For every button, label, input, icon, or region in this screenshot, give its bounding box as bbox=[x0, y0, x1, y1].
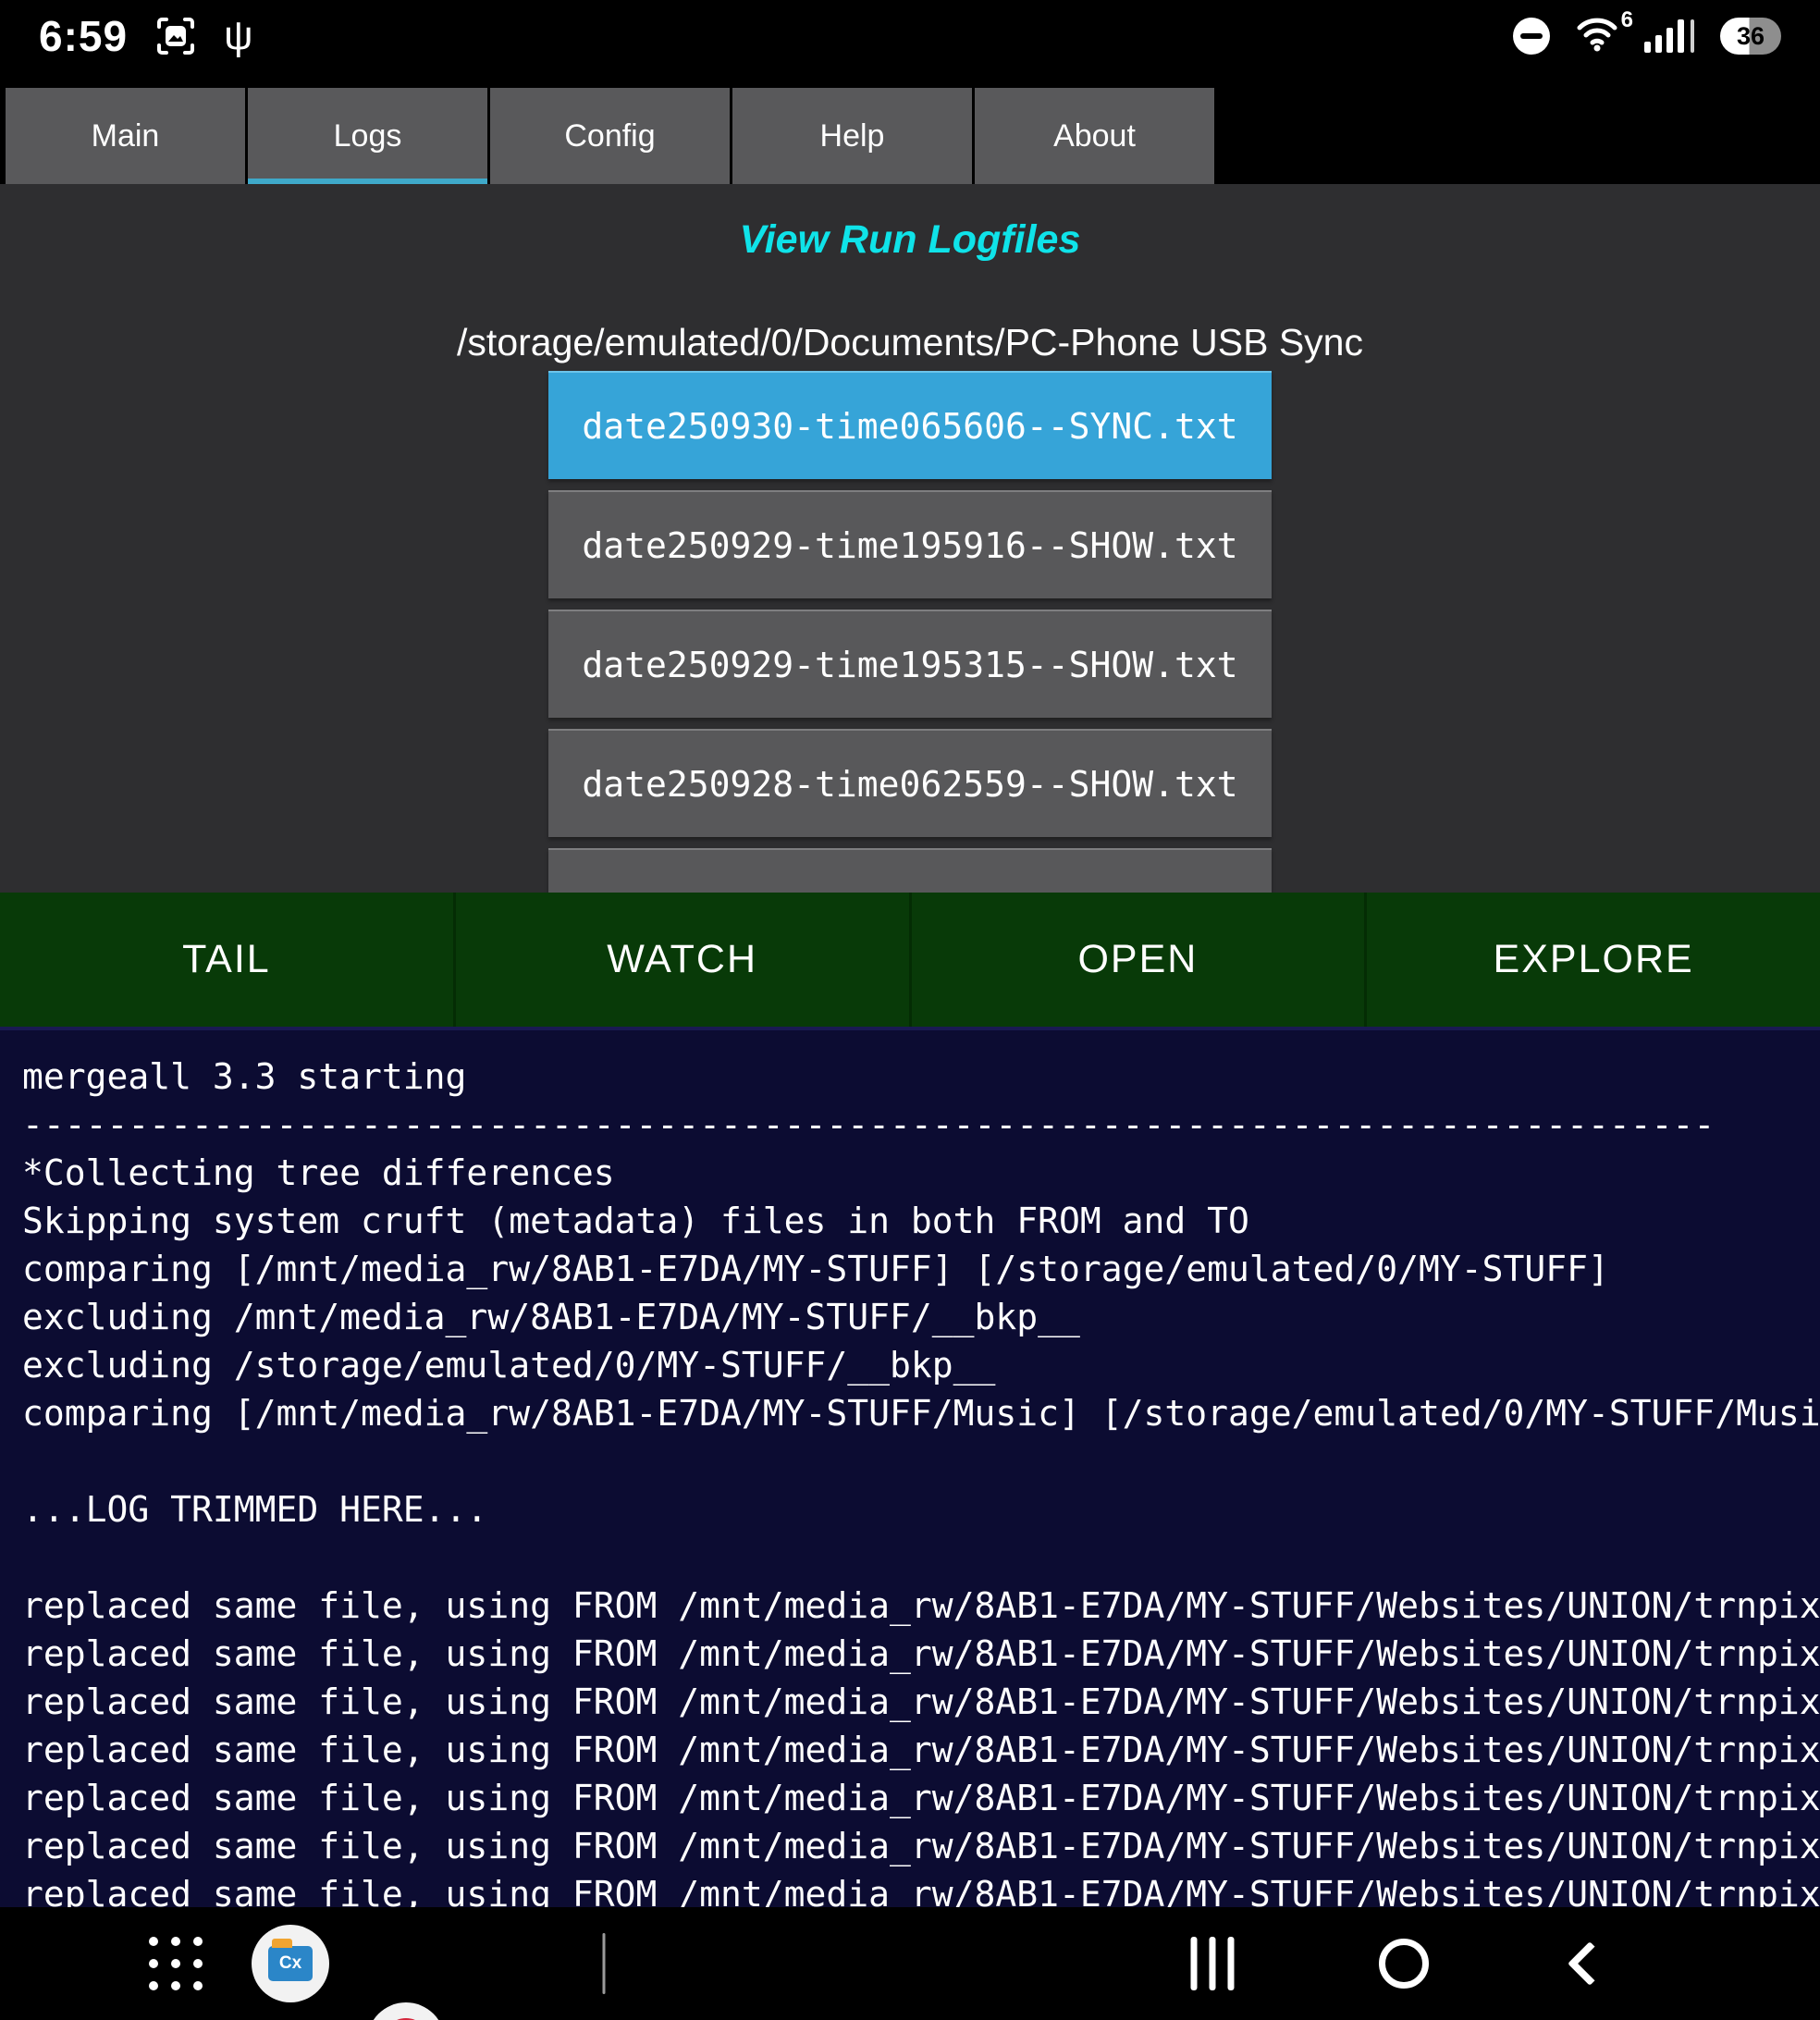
tab-about[interactable]: About bbox=[975, 88, 1214, 184]
logfile-button-selected[interactable]: date250930-time065606--SYNC.txt bbox=[548, 371, 1272, 479]
screenshot-notification-icon bbox=[154, 14, 198, 58]
battery-percent: 36 bbox=[1737, 22, 1765, 51]
taskbar-divider bbox=[603, 1933, 606, 1994]
log-line: replaced same file, using FROM /mnt/medi… bbox=[22, 1822, 1820, 1870]
log-line: replaced same file, using FROM /mnt/medi… bbox=[22, 1870, 1820, 1907]
tab-bar: Main Logs Config Help About bbox=[6, 88, 1214, 184]
usb-connected-icon: ψ bbox=[224, 16, 252, 56]
log-line: replaced same file, using FROM /mnt/medi… bbox=[22, 1774, 1820, 1822]
log-line: comparing [/mnt/media_rw/8AB1-E7DA/MY-ST… bbox=[22, 1389, 1820, 1437]
log-action-bar: TAIL WATCH OPEN EXPLORE bbox=[0, 893, 1820, 1027]
logfile-button[interactable]: date250928-time062559--SHOW.txt bbox=[548, 729, 1272, 837]
log-line: ----------------------------------------… bbox=[22, 1101, 1820, 1149]
log-line bbox=[22, 1533, 1820, 1582]
page-title: View Run Logfiles bbox=[0, 217, 1820, 263]
home-nav-button[interactable] bbox=[1379, 1939, 1429, 1989]
status-bar: 6:59 ψ 6 bbox=[0, 0, 1820, 72]
app-drawer-icon[interactable] bbox=[149, 1937, 203, 1990]
cx-label: Cx bbox=[279, 1953, 301, 1974]
logfile-button[interactable]: date250929-time195916--SHOW.txt bbox=[548, 490, 1272, 598]
wifi-generation-label: 6 bbox=[1621, 7, 1633, 33]
opera-browser-icon[interactable] bbox=[367, 2002, 445, 2020]
wifi-icon: 6 bbox=[1576, 17, 1618, 56]
do-not-disturb-icon bbox=[1513, 18, 1550, 55]
log-line: replaced same file, using FROM /mnt/medi… bbox=[22, 1678, 1820, 1726]
tail-button[interactable]: TAIL bbox=[0, 893, 456, 1027]
tab-logs[interactable]: Logs bbox=[248, 88, 487, 184]
clock: 6:59 bbox=[39, 11, 128, 61]
cx-file-explorer-icon[interactable]: Cx bbox=[252, 1925, 329, 2002]
log-line: excluding /storage/emulated/0/MY-STUFF/_… bbox=[22, 1341, 1820, 1389]
log-line: mergeall 3.3 starting bbox=[22, 1053, 1820, 1101]
android-screen: 6:59 ψ 6 bbox=[0, 0, 1820, 2020]
tab-config[interactable]: Config bbox=[490, 88, 730, 184]
log-line: ...LOG TRIMMED HERE... bbox=[22, 1485, 1820, 1533]
logfile-folder-path: /storage/emulated/0/Documents/PC-Phone U… bbox=[0, 321, 1820, 364]
open-button[interactable]: OPEN bbox=[912, 893, 1368, 1027]
log-line: replaced same file, using FROM /mnt/medi… bbox=[22, 1582, 1820, 1630]
cellular-signal-icon bbox=[1644, 19, 1694, 53]
log-line: comparing [/mnt/media_rw/8AB1-E7DA/MY-ST… bbox=[22, 1245, 1820, 1293]
tab-help[interactable]: Help bbox=[732, 88, 972, 184]
recents-nav-button[interactable] bbox=[1191, 1937, 1235, 1990]
logs-screen: View Run Logfiles /storage/emulated/0/Do… bbox=[0, 184, 1820, 893]
log-line: replaced same file, using FROM /mnt/medi… bbox=[22, 1630, 1820, 1678]
log-output-console[interactable]: mergeall 3.3 starting ------------------… bbox=[0, 1027, 1820, 1907]
explore-button[interactable]: EXPLORE bbox=[1367, 893, 1820, 1027]
logfile-button[interactable]: date250929-time195315--SHOW.txt bbox=[548, 610, 1272, 718]
log-line: Skipping system cruft (metadata) files i… bbox=[22, 1197, 1820, 1245]
back-nav-button[interactable] bbox=[1568, 1941, 1612, 1986]
logfile-list: date250930-time065606--SYNC.txt date2509… bbox=[548, 371, 1272, 893]
log-line bbox=[22, 1437, 1820, 1485]
log-line: replaced same file, using FROM /mnt/medi… bbox=[22, 1726, 1820, 1774]
bottom-nav-bar: Cx ✿ ♪ bbox=[0, 1907, 1820, 2020]
battery-indicator: 36 bbox=[1720, 18, 1781, 55]
tab-main[interactable]: Main bbox=[6, 88, 245, 184]
log-line: excluding /mnt/media_rw/8AB1-E7DA/MY-STU… bbox=[22, 1293, 1820, 1341]
watch-button[interactable]: WATCH bbox=[456, 893, 912, 1027]
log-line: *Collecting tree differences bbox=[22, 1149, 1820, 1197]
logfile-button-partial[interactable] bbox=[548, 848, 1272, 893]
